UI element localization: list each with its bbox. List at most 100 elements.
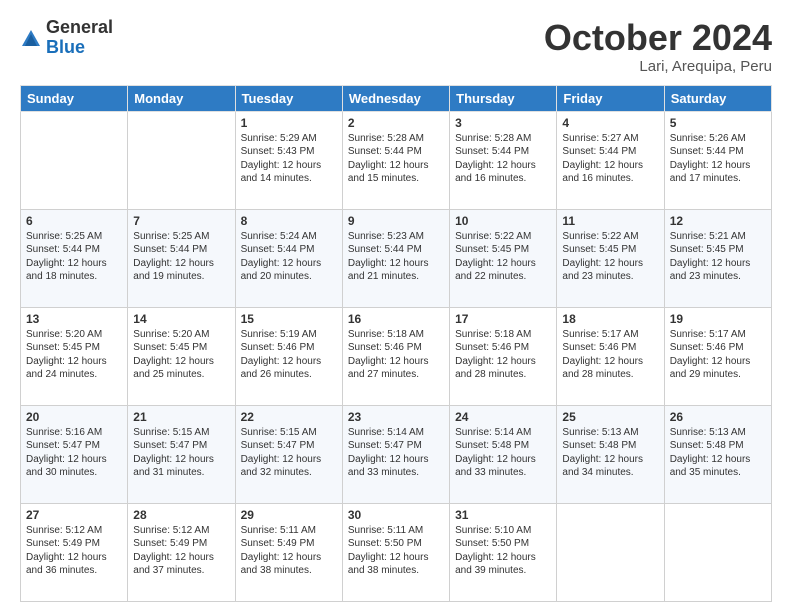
day-number: 6 [26, 214, 122, 228]
calendar-day-cell: 8 Sunrise: 5:24 AM Sunset: 5:44 PM Daylig… [235, 209, 342, 307]
page: General Blue October 2024 Lari, Arequipa… [0, 0, 792, 612]
day-info: Sunrise: 5:14 AM Sunset: 5:48 PM Dayligh… [455, 426, 551, 480]
logo-icon [20, 28, 42, 50]
calendar-day-cell: 23 Sunrise: 5:14 AM Sunset: 5:47 PM Dayli… [342, 405, 449, 503]
day-info: Sunrise: 5:19 AM Sunset: 5:46 PM Dayligh… [241, 328, 337, 382]
weekday-header-cell: Tuesday [235, 85, 342, 111]
day-info: Sunrise: 5:12 AM Sunset: 5:49 PM Dayligh… [133, 524, 229, 578]
day-number: 2 [348, 116, 444, 130]
calendar-day-cell [128, 111, 235, 209]
day-info: Sunrise: 5:24 AM Sunset: 5:44 PM Dayligh… [241, 230, 337, 284]
calendar-day-cell: 17Sunrise: 5:18 AM Sunset: 5:46 PM Dayli… [450, 307, 557, 405]
calendar-day-cell: 7 Sunrise: 5:25 AM Sunset: 5:44 PM Daylig… [128, 209, 235, 307]
day-number: 4 [562, 116, 658, 130]
day-info: Sunrise: 5:21 AM Sunset: 5:45 PM Dayligh… [670, 230, 766, 284]
calendar-week-row: 20Sunrise: 5:16 AM Sunset: 5:47 PM Dayli… [21, 405, 772, 503]
day-number: 16 [348, 312, 444, 326]
day-number: 9 [348, 214, 444, 228]
logo-text: General Blue [46, 18, 113, 58]
day-number: 27 [26, 508, 122, 522]
day-number: 22 [241, 410, 337, 424]
day-number: 28 [133, 508, 229, 522]
weekday-header-cell: Thursday [450, 85, 557, 111]
day-info: Sunrise: 5:15 AM Sunset: 5:47 PM Dayligh… [133, 426, 229, 480]
calendar-day-cell: 18 Sunrise: 5:17 AM Sunset: 5:46 PM Dayli… [557, 307, 664, 405]
logo-blue: Blue [46, 38, 113, 58]
day-number: 15 [241, 312, 337, 326]
day-info: Sunrise: 5:13 AM Sunset: 5:48 PM Dayligh… [670, 426, 766, 480]
day-number: 26 [670, 410, 766, 424]
calendar-day-cell: 9Sunrise: 5:23 AM Sunset: 5:44 PM Daylig… [342, 209, 449, 307]
calendar-day-cell: 25 Sunrise: 5:13 AM Sunset: 5:48 PM Dayli… [557, 405, 664, 503]
calendar-day-cell: 2 Sunrise: 5:28 AM Sunset: 5:44 PM Daylig… [342, 111, 449, 209]
calendar-day-cell: 31Sunrise: 5:10 AM Sunset: 5:50 PM Dayli… [450, 503, 557, 601]
day-info: Sunrise: 5:20 AM Sunset: 5:45 PM Dayligh… [133, 328, 229, 382]
day-info: Sunrise: 5:25 AM Sunset: 5:44 PM Dayligh… [26, 230, 122, 284]
day-info: Sunrise: 5:14 AM Sunset: 5:47 PM Dayligh… [348, 426, 444, 480]
day-number: 5 [670, 116, 766, 130]
day-info: Sunrise: 5:29 AM Sunset: 5:43 PM Dayligh… [241, 132, 337, 186]
calendar-day-cell [664, 503, 771, 601]
weekday-header-cell: Sunday [21, 85, 128, 111]
calendar-week-row: 13 Sunrise: 5:20 AM Sunset: 5:45 PM Dayli… [21, 307, 772, 405]
day-number: 23 [348, 410, 444, 424]
day-number: 3 [455, 116, 551, 130]
day-number: 7 [133, 214, 229, 228]
calendar-day-cell: 30Sunrise: 5:11 AM Sunset: 5:50 PM Dayli… [342, 503, 449, 601]
calendar-week-row: 1 Sunrise: 5:29 AM Sunset: 5:43 PM Daylig… [21, 111, 772, 209]
day-info: Sunrise: 5:18 AM Sunset: 5:46 PM Dayligh… [455, 328, 551, 382]
day-number: 11 [562, 214, 658, 228]
day-number: 18 [562, 312, 658, 326]
calendar-day-cell: 14 Sunrise: 5:20 AM Sunset: 5:45 PM Dayli… [128, 307, 235, 405]
calendar-body: 1 Sunrise: 5:29 AM Sunset: 5:43 PM Daylig… [21, 111, 772, 601]
calendar-day-cell: 24 Sunrise: 5:14 AM Sunset: 5:48 PM Dayli… [450, 405, 557, 503]
day-number: 20 [26, 410, 122, 424]
title-section: October 2024 Lari, Arequipa, Peru [544, 18, 772, 75]
location: Lari, Arequipa, Peru [544, 58, 772, 75]
calendar-day-cell: 29Sunrise: 5:11 AM Sunset: 5:49 PM Dayli… [235, 503, 342, 601]
day-info: Sunrise: 5:12 AM Sunset: 5:49 PM Dayligh… [26, 524, 122, 578]
day-info: Sunrise: 5:27 AM Sunset: 5:44 PM Dayligh… [562, 132, 658, 186]
calendar-day-cell: 21 Sunrise: 5:15 AM Sunset: 5:47 PM Dayli… [128, 405, 235, 503]
calendar-day-cell: 1 Sunrise: 5:29 AM Sunset: 5:43 PM Daylig… [235, 111, 342, 209]
calendar-day-cell: 27 Sunrise: 5:12 AM Sunset: 5:49 PM Dayli… [21, 503, 128, 601]
month-title: October 2024 [544, 18, 772, 58]
day-info: Sunrise: 5:17 AM Sunset: 5:46 PM Dayligh… [562, 328, 658, 382]
day-info: Sunrise: 5:11 AM Sunset: 5:49 PM Dayligh… [241, 524, 337, 578]
day-number: 21 [133, 410, 229, 424]
calendar-day-cell [21, 111, 128, 209]
day-number: 19 [670, 312, 766, 326]
day-number: 14 [133, 312, 229, 326]
calendar-day-cell: 11 Sunrise: 5:22 AM Sunset: 5:45 PM Dayli… [557, 209, 664, 307]
day-number: 24 [455, 410, 551, 424]
day-number: 12 [670, 214, 766, 228]
calendar-day-cell: 26 Sunrise: 5:13 AM Sunset: 5:48 PM Dayli… [664, 405, 771, 503]
day-number: 10 [455, 214, 551, 228]
weekday-header-cell: Saturday [664, 85, 771, 111]
day-info: Sunrise: 5:18 AM Sunset: 5:46 PM Dayligh… [348, 328, 444, 382]
weekday-header-cell: Friday [557, 85, 664, 111]
day-info: Sunrise: 5:20 AM Sunset: 5:45 PM Dayligh… [26, 328, 122, 382]
calendar-week-row: 6 Sunrise: 5:25 AM Sunset: 5:44 PM Daylig… [21, 209, 772, 307]
day-info: Sunrise: 5:10 AM Sunset: 5:50 PM Dayligh… [455, 524, 551, 578]
day-info: Sunrise: 5:25 AM Sunset: 5:44 PM Dayligh… [133, 230, 229, 284]
weekday-header-cell: Wednesday [342, 85, 449, 111]
day-number: 8 [241, 214, 337, 228]
calendar-day-cell: 12 Sunrise: 5:21 AM Sunset: 5:45 PM Dayli… [664, 209, 771, 307]
calendar-day-cell: 10Sunrise: 5:22 AM Sunset: 5:45 PM Dayli… [450, 209, 557, 307]
day-number: 1 [241, 116, 337, 130]
day-info: Sunrise: 5:13 AM Sunset: 5:48 PM Dayligh… [562, 426, 658, 480]
calendar-day-cell [557, 503, 664, 601]
calendar-day-cell: 22Sunrise: 5:15 AM Sunset: 5:47 PM Dayli… [235, 405, 342, 503]
day-number: 25 [562, 410, 658, 424]
day-info: Sunrise: 5:28 AM Sunset: 5:44 PM Dayligh… [348, 132, 444, 186]
day-info: Sunrise: 5:26 AM Sunset: 5:44 PM Dayligh… [670, 132, 766, 186]
day-number: 13 [26, 312, 122, 326]
day-info: Sunrise: 5:28 AM Sunset: 5:44 PM Dayligh… [455, 132, 551, 186]
day-info: Sunrise: 5:11 AM Sunset: 5:50 PM Dayligh… [348, 524, 444, 578]
calendar-day-cell: 28 Sunrise: 5:12 AM Sunset: 5:49 PM Dayli… [128, 503, 235, 601]
calendar-day-cell: 13 Sunrise: 5:20 AM Sunset: 5:45 PM Dayli… [21, 307, 128, 405]
day-info: Sunrise: 5:22 AM Sunset: 5:45 PM Dayligh… [562, 230, 658, 284]
calendar-day-cell: 19Sunrise: 5:17 AM Sunset: 5:46 PM Dayli… [664, 307, 771, 405]
calendar-day-cell: 15 Sunrise: 5:19 AM Sunset: 5:46 PM Dayli… [235, 307, 342, 405]
